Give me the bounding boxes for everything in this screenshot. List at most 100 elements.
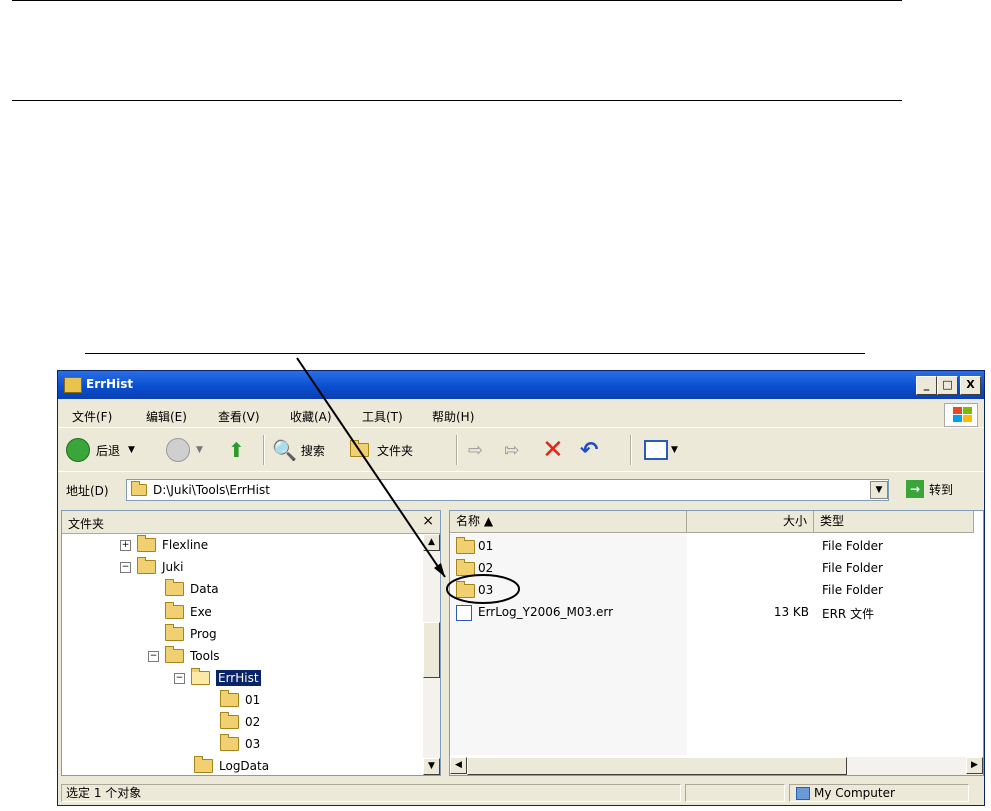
folders-button[interactable]: 文件夹 bbox=[350, 436, 413, 464]
file-list-pane: 名称 ▲ 大小 类型 01 File Folder 02 File Folder… bbox=[449, 510, 984, 776]
toolbar-separator bbox=[456, 435, 458, 465]
tree-item-02[interactable]: 02 bbox=[220, 712, 260, 732]
scroll-thumb[interactable] bbox=[423, 622, 440, 678]
address-value: D:\Juki\Tools\ErrHist bbox=[153, 483, 270, 497]
go-button[interactable]: → 转到 bbox=[906, 478, 953, 500]
column-header-name[interactable]: 名称 ▲ bbox=[450, 511, 687, 533]
up-arrow-icon: ⬆ bbox=[228, 438, 245, 462]
tree-item-03[interactable]: 03 bbox=[220, 734, 260, 754]
folder-icon bbox=[456, 559, 475, 576]
tree-item-logdata[interactable]: LogData bbox=[194, 756, 270, 775]
tree-label: LogData bbox=[219, 759, 270, 773]
address-bar: 地址(D) D:\Juki\Tools\ErrHist ▼ → 转到 bbox=[58, 475, 984, 505]
tree-item-flexline[interactable]: + Flexline bbox=[120, 535, 208, 555]
scroll-up-icon[interactable]: ▲ bbox=[423, 534, 440, 551]
folder-icon bbox=[137, 557, 156, 574]
menu-help[interactable]: 帮助(H) bbox=[432, 408, 474, 425]
file-name: 02 bbox=[478, 561, 494, 575]
folder-icon bbox=[456, 581, 475, 598]
folder-icon bbox=[456, 537, 475, 554]
toolbar-separator bbox=[263, 435, 265, 465]
open-folder-icon bbox=[191, 668, 210, 685]
annotation-line-3 bbox=[85, 353, 865, 354]
forward-dropdown-icon[interactable]: ▼ bbox=[196, 445, 203, 455]
list-horizontal-scrollbar[interactable]: ◀ ▶ bbox=[450, 757, 983, 775]
folder-icon bbox=[220, 734, 239, 751]
scroll-down-icon[interactable]: ▼ bbox=[423, 758, 440, 775]
folders-icon bbox=[350, 440, 369, 457]
folders-pane-header: 文件夹 × bbox=[62, 511, 440, 534]
menu-edit[interactable]: 编辑(E) bbox=[146, 408, 187, 425]
folder-icon bbox=[165, 579, 184, 596]
folder-icon bbox=[165, 646, 184, 663]
tree-item-errhist[interactable]: − ErrHist bbox=[174, 668, 261, 688]
folder-icon bbox=[220, 712, 239, 729]
move-to-button[interactable]: ⇨ bbox=[468, 436, 483, 464]
close-pane-button[interactable]: × bbox=[422, 513, 434, 529]
tree-label-selected: ErrHist bbox=[216, 670, 261, 686]
search-button[interactable]: 🔍 搜索 bbox=[272, 436, 325, 464]
tree-label: 02 bbox=[245, 715, 261, 729]
menu-view[interactable]: 查看(V) bbox=[218, 408, 260, 425]
folder-icon bbox=[165, 602, 184, 619]
forward-button[interactable]: ▼ bbox=[166, 436, 203, 464]
scroll-left-icon[interactable]: ◀ bbox=[450, 757, 467, 774]
file-type: File Folder bbox=[822, 583, 883, 597]
tree-label: Exe bbox=[190, 605, 212, 619]
file-name: ErrLog_Y2006_M03.err bbox=[478, 605, 614, 619]
address-label: 地址(D) bbox=[66, 484, 109, 498]
expand-icon[interactable]: + bbox=[120, 539, 131, 551]
folders-pane-title: 文件夹 bbox=[68, 517, 105, 531]
menu-file[interactable]: 文件(F) bbox=[72, 408, 112, 425]
status-text: 选定 1 个对象 bbox=[61, 784, 681, 802]
file-type: File Folder bbox=[822, 539, 883, 553]
views-dropdown-icon: ▼ bbox=[671, 445, 678, 455]
list-item[interactable]: 03 File Folder bbox=[454, 580, 974, 600]
search-label: 搜索 bbox=[300, 443, 325, 458]
scroll-right-icon[interactable]: ▶ bbox=[966, 757, 983, 774]
undo-button[interactable]: ↶ bbox=[580, 436, 598, 464]
delete-button[interactable]: ✕ bbox=[542, 435, 564, 465]
maximize-button[interactable]: □ bbox=[937, 376, 958, 395]
tree-vertical-scrollbar[interactable]: ▲ ▼ bbox=[423, 534, 440, 775]
copy-to-icon: ⇰ bbox=[504, 439, 520, 461]
tree-label: 03 bbox=[245, 737, 261, 751]
go-label: 转到 bbox=[929, 482, 954, 497]
folders-label: 文件夹 bbox=[377, 443, 414, 458]
menu-favorites[interactable]: 收藏(A) bbox=[290, 408, 332, 425]
up-folder-button[interactable]: ⬆ bbox=[228, 436, 245, 464]
column-header-size[interactable]: 大小 bbox=[687, 511, 814, 533]
views-button[interactable]: ▼ bbox=[644, 436, 678, 464]
file-name: 01 bbox=[478, 539, 494, 553]
back-arrow-icon bbox=[66, 438, 90, 462]
collapse-icon[interactable]: − bbox=[148, 650, 159, 662]
forward-arrow-icon bbox=[166, 438, 190, 462]
tree-label: Juki bbox=[162, 560, 184, 574]
list-item[interactable]: ErrLog_Y2006_M03.err 13 KB ERR 文件 bbox=[454, 602, 974, 622]
tree-item-data[interactable]: Data bbox=[165, 579, 219, 599]
back-dropdown-icon[interactable]: ▼ bbox=[128, 445, 135, 455]
list-item[interactable]: 02 File Folder bbox=[454, 558, 974, 578]
scroll-thumb[interactable] bbox=[467, 757, 847, 775]
title-bar[interactable]: ErrHist _ □ X bbox=[58, 371, 984, 399]
copy-to-button[interactable]: ⇰ bbox=[504, 436, 519, 464]
tree-item-juki[interactable]: − Juki bbox=[120, 557, 183, 577]
collapse-icon[interactable]: − bbox=[120, 561, 131, 573]
collapse-icon[interactable]: − bbox=[174, 672, 185, 684]
minimize-button[interactable]: _ bbox=[916, 376, 937, 395]
list-item[interactable]: 01 File Folder bbox=[454, 536, 974, 556]
address-input[interactable]: D:\Juki\Tools\ErrHist ▼ bbox=[126, 479, 889, 501]
menu-tools[interactable]: 工具(T) bbox=[362, 408, 403, 425]
tree-item-01[interactable]: 01 bbox=[220, 690, 260, 710]
tree-label: Tools bbox=[190, 649, 220, 663]
back-button[interactable]: 后退 ▼ bbox=[66, 436, 135, 464]
close-button[interactable]: X bbox=[960, 376, 981, 395]
tree-item-tools[interactable]: − Tools bbox=[148, 646, 220, 666]
folder-icon bbox=[137, 535, 156, 552]
tree-item-exe[interactable]: Exe bbox=[165, 602, 212, 622]
column-header-type[interactable]: 类型 bbox=[814, 511, 974, 533]
tree-item-prog[interactable]: Prog bbox=[165, 624, 217, 644]
address-dropdown-icon[interactable]: ▼ bbox=[870, 481, 888, 499]
folder-icon bbox=[194, 756, 213, 773]
status-empty-segment bbox=[685, 784, 785, 802]
